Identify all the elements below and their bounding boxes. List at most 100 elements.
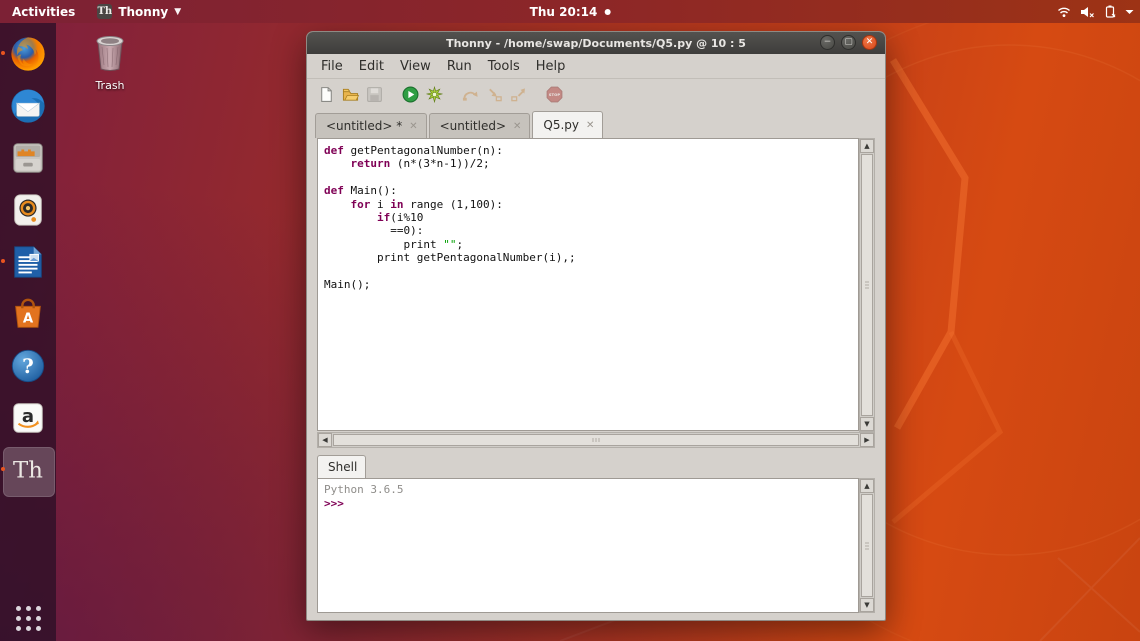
code-line <box>324 171 858 184</box>
dock-item-thonny[interactable]: Th <box>0 451 56 491</box>
window-title: Thonny - /home/swap/Documents/Q5.py @ 10… <box>307 37 885 50</box>
shell-line: Python 3.6.5 <box>324 483 858 497</box>
step-over-button[interactable] <box>459 84 481 106</box>
tab-untitled[interactable]: <untitled> ✕ <box>429 113 531 138</box>
maximize-button[interactable]: ▢ <box>841 35 856 50</box>
dock-item-rhythmbox[interactable] <box>0 191 56 231</box>
editor-vertical-scrollbar[interactable]: ▲ ▼ <box>859 138 875 432</box>
wifi-icon <box>1057 6 1071 18</box>
editor-hscroll-thumb[interactable] <box>333 434 859 446</box>
shell-vertical-scrollbar[interactable]: ▲ ▼ <box>859 478 875 613</box>
dock-item-firefox[interactable] <box>0 35 56 75</box>
step-out-button[interactable] <box>507 84 529 106</box>
stop-button[interactable]: STOP <box>543 84 565 106</box>
system-status-menu[interactable] <box>1057 0 1134 23</box>
dock-item-thunderbird[interactable] <box>0 87 56 127</box>
rhythmbox-icon <box>9 191 47 231</box>
shell-pane[interactable]: Python 3.6.5>>> <box>317 478 859 613</box>
editor-horizontal-scrollbar[interactable]: ◀ ▶ <box>317 432 875 448</box>
code-editor[interactable]: def getPentagonalNumber(n): return (n*(3… <box>317 138 859 431</box>
running-indicator-dot <box>1 259 5 263</box>
new-file-button[interactable] <box>315 84 337 106</box>
scroll-up-icon[interactable]: ▲ <box>860 139 874 153</box>
menu-run[interactable]: Run <box>439 57 480 76</box>
open-file-button[interactable] <box>339 84 361 106</box>
notification-dot-icon <box>604 9 610 15</box>
scroll-down-icon[interactable]: ▼ <box>860 598 874 612</box>
menu-view[interactable]: View <box>392 57 439 76</box>
new-file-icon <box>318 86 335 103</box>
thonny-window: Thonny - /home/swap/Documents/Q5.py @ 10… <box>306 31 886 621</box>
run-script-button[interactable] <box>399 84 421 106</box>
tab-label: <untitled> * <box>326 119 402 133</box>
step-into-icon <box>486 86 503 103</box>
trash-desktop-icon[interactable]: Trash <box>84 33 136 92</box>
dock: A? a Th <box>0 23 56 641</box>
code-line: ==0): <box>324 224 858 237</box>
show-applications-icon <box>16 606 41 631</box>
thonny-icon: Th <box>97 4 112 19</box>
libreoffice-writer-icon <box>9 243 47 283</box>
menu-edit[interactable]: Edit <box>351 57 392 76</box>
desktop: Activities Th Thonny ▼ Thu 20:14 A? a Th <box>0 0 1140 641</box>
tab-shell[interactable]: Shell <box>317 455 366 478</box>
editor-code: def getPentagonalNumber(n): return (n*(3… <box>318 139 858 291</box>
dock-item-libreoffice-writer[interactable] <box>0 243 56 283</box>
menu-tools[interactable]: Tools <box>480 57 528 76</box>
focused-app-label: Thonny <box>118 5 168 19</box>
scroll-up-icon[interactable]: ▲ <box>860 479 874 493</box>
close-tab-icon[interactable]: ✕ <box>513 121 521 132</box>
focused-app-menu[interactable]: Th Thonny ▼ <box>87 0 191 23</box>
close-button[interactable]: ✕ <box>862 35 877 50</box>
activities-button[interactable]: Activities <box>0 0 87 23</box>
save-file-button[interactable] <box>363 84 385 106</box>
scroll-down-icon[interactable]: ▼ <box>860 417 874 431</box>
close-tab-icon[interactable]: ✕ <box>586 120 594 131</box>
tab-label: <untitled> <box>440 119 506 133</box>
svg-text:Th: Th <box>13 458 43 484</box>
running-indicator-dot <box>1 51 5 55</box>
menu-file[interactable]: File <box>313 57 351 76</box>
code-line: def Main(): <box>324 184 858 197</box>
editor-vscroll-thumb[interactable] <box>861 154 873 416</box>
save-file-icon <box>366 86 383 103</box>
svg-text:A: A <box>23 312 34 327</box>
trash-icon <box>92 33 128 73</box>
scroll-right-icon[interactable]: ▶ <box>860 433 874 447</box>
debug-script-icon <box>426 86 443 103</box>
step-over-icon <box>462 86 479 103</box>
thonny-icon: Th <box>9 451 47 491</box>
minimize-button[interactable]: − <box>820 35 835 50</box>
amazon-icon: a <box>9 399 47 439</box>
dock-item-ubuntu-software[interactable]: A <box>0 295 56 335</box>
files-icon <box>9 139 47 179</box>
dock-item-files[interactable] <box>0 139 56 179</box>
dock-item-amazon[interactable]: a <box>0 399 56 439</box>
open-file-icon <box>342 86 359 103</box>
dock-item-help[interactable]: ? <box>0 347 56 387</box>
shell-vscroll-thumb[interactable] <box>861 494 873 597</box>
battery-icon <box>1104 5 1116 18</box>
trash-label: Trash <box>84 79 136 92</box>
editor-tabstrip: <untitled> * ✕ <untitled> ✕ Q5.py ✕ <box>315 111 877 138</box>
code-line: return (n*(3*n-1))/2; <box>324 157 858 170</box>
clock-menu[interactable]: Thu 20:14 <box>530 0 611 23</box>
toolbar: STOP <box>307 78 885 111</box>
tab-untitled[interactable]: <untitled> * ✕ <box>315 113 427 138</box>
code-line: if(i%10 <box>324 211 858 224</box>
tab-label: Q5.py <box>543 118 579 132</box>
thunderbird-icon <box>9 87 47 127</box>
window-titlebar[interactable]: Thonny - /home/swap/Documents/Q5.py @ 10… <box>307 32 885 54</box>
code-line: def getPentagonalNumber(n): <box>324 144 858 157</box>
svg-text:a: a <box>22 406 34 427</box>
show-applications-button[interactable] <box>0 601 56 635</box>
step-into-button[interactable] <box>483 84 505 106</box>
svg-text:STOP: STOP <box>548 92 560 97</box>
close-tab-icon[interactable]: ✕ <box>409 121 417 132</box>
window-controls: −▢ ✕ <box>820 35 877 50</box>
menu-help[interactable]: Help <box>528 57 574 76</box>
scroll-left-icon[interactable]: ◀ <box>318 433 332 447</box>
debug-script-button[interactable] <box>423 84 445 106</box>
tab-q5.py[interactable]: Q5.py ✕ <box>532 111 603 138</box>
shell-line: >>> <box>324 497 858 511</box>
